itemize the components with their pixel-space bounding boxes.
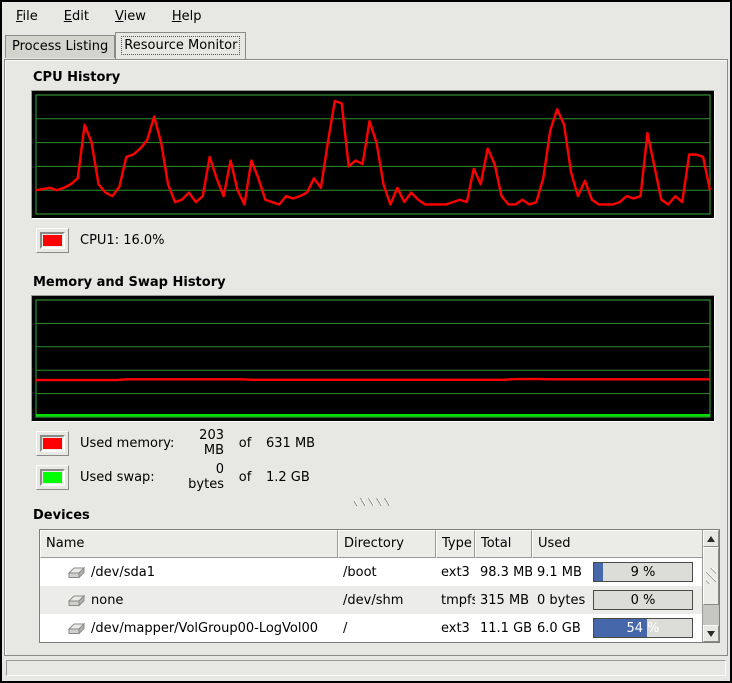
- swap-legend-row: Used swap: 0 bytes of 1.2 GB: [36, 464, 715, 490]
- device-name: /dev/mapper/VolGroup00-LogVol00: [91, 621, 318, 636]
- tab-resource-monitor-label: Resource Monitor: [122, 37, 239, 54]
- swap-color-swatch-button[interactable]: [36, 465, 69, 490]
- device-directory: /: [338, 614, 436, 642]
- device-name: none: [91, 593, 123, 608]
- devices-title: Devices: [33, 508, 715, 523]
- device-used-value: 0 bytes: [537, 593, 585, 608]
- swap-total-value: 1.2 GB: [266, 470, 310, 485]
- tab-process-listing[interactable]: Process Listing: [5, 35, 115, 58]
- device-used-cell: 9.1 MB 9 %: [532, 558, 702, 586]
- scrollbar-down-button[interactable]: [703, 625, 719, 642]
- device-type: ext3: [436, 558, 475, 586]
- menu-help[interactable]: Help: [159, 5, 215, 28]
- resource-monitor-page: CPU History CPU1: 16.0% Memory and Swap …: [4, 59, 728, 656]
- cpu-legend-row: CPU1: 16.0%: [36, 227, 715, 253]
- column-header-directory[interactable]: Directory: [338, 530, 436, 558]
- device-usage-progressbar: 0 %: [593, 590, 693, 610]
- tab-resource-monitor[interactable]: Resource Monitor: [115, 32, 246, 59]
- scrollbar-up-button[interactable]: [703, 530, 719, 547]
- menu-view[interactable]: View: [102, 5, 159, 28]
- memory-history-graph: [36, 300, 710, 417]
- system-monitor-window: { "menu": { "items": [ {"name": "file", …: [0, 0, 732, 683]
- memory-history-chart: [31, 295, 715, 422]
- pane-resize-grip[interactable]: [354, 498, 392, 506]
- device-type: ext3: [436, 614, 475, 642]
- status-frame: [6, 660, 726, 676]
- device-total: 11.1 GB: [475, 614, 532, 642]
- tab-process-listing-label: Process Listing: [12, 39, 108, 54]
- device-name-cell: none: [40, 586, 338, 614]
- device-directory: /dev/shm: [338, 586, 436, 614]
- scrollbar-grip-icon: [706, 568, 716, 584]
- device-total: 315 MB: [475, 586, 532, 614]
- progressbar-percent-label: 54 %: [594, 619, 692, 637]
- memory-legend-row: Used memory: 203 MB of 631 MB: [36, 430, 715, 456]
- device-used-cell: 0 bytes 0 %: [532, 586, 702, 614]
- devices-rows: /dev/sda1/bootext398.3 MB9.1 MB9 % none/…: [40, 558, 702, 642]
- disk-icon: [68, 622, 85, 635]
- cpu-history-title: CPU History: [33, 70, 715, 85]
- cpu-legend-label: CPU1: 16.0%: [80, 233, 165, 248]
- column-header-used[interactable]: Used: [532, 530, 702, 558]
- devices-scrollbar[interactable]: [702, 530, 719, 642]
- device-row[interactable]: /dev/sda1/bootext398.3 MB 9.1 MB 9 %: [40, 558, 702, 586]
- disk-icon: [68, 566, 85, 579]
- device-used-value: 6.0 GB: [537, 621, 581, 636]
- up-arrow-icon: [707, 536, 715, 542]
- device-name-cell: /dev/mapper/VolGroup00-LogVol00: [40, 614, 338, 642]
- device-type: tmpfs: [436, 586, 475, 614]
- cpu-color-swatch: [43, 235, 62, 246]
- scrollbar-thumb[interactable]: [703, 547, 719, 605]
- swap-legend-label: Used swap:: [80, 470, 176, 485]
- swap-color-swatch: [43, 472, 62, 483]
- device-usage-progressbar: 9 %: [593, 562, 693, 582]
- device-name: /dev/sda1: [91, 565, 155, 580]
- memory-used-value: 203 MB: [176, 428, 224, 458]
- devices-table: Name Directory Type Total Used /dev/sda1…: [39, 529, 720, 643]
- device-usage-progressbar: 54 %: [593, 618, 693, 638]
- device-total: 98.3 MB: [475, 558, 532, 586]
- memory-legend-label: Used memory:: [80, 436, 176, 451]
- progressbar-percent-label: 9 %: [594, 563, 692, 581]
- column-header-name[interactable]: Name: [40, 530, 338, 558]
- memory-history-title: Memory and Swap History: [33, 275, 715, 290]
- progressbar-percent-label: 0 %: [594, 591, 692, 609]
- memory-total-value: 631 MB: [266, 436, 315, 451]
- device-name-cell: /dev/sda1: [40, 558, 338, 586]
- cpu-history-graph: [36, 95, 710, 214]
- disk-icon: [68, 594, 85, 607]
- devices-table-header: Name Directory Type Total Used: [40, 530, 702, 558]
- menu-bar: FileEditViewHelp: [2, 2, 730, 30]
- column-header-total[interactable]: Total: [475, 530, 532, 558]
- memory-color-swatch: [43, 438, 62, 449]
- device-used-value: 9.1 MB: [537, 565, 582, 580]
- device-directory: /boot: [338, 558, 436, 586]
- swap-used-value: 0 bytes: [176, 462, 224, 492]
- device-row[interactable]: /dev/mapper/VolGroup00-LogVol00 /ext311.1…: [40, 614, 702, 642]
- scrollbar-trough[interactable]: [703, 605, 719, 625]
- menu-file[interactable]: File: [3, 5, 51, 28]
- device-used-cell: 6.0 GB 54 %: [532, 614, 702, 642]
- memory-of-label: of: [224, 436, 266, 451]
- down-arrow-icon: [707, 631, 715, 637]
- tab-bar: Process Listing Resource Monitor: [2, 30, 730, 58]
- memory-color-swatch-button[interactable]: [36, 431, 69, 456]
- cpu-history-chart: [31, 90, 715, 219]
- cpu-color-swatch-button[interactable]: [36, 228, 69, 253]
- menu-edit[interactable]: Edit: [51, 5, 102, 28]
- column-header-type[interactable]: Type: [436, 530, 475, 558]
- status-bar: [4, 658, 728, 679]
- swap-of-label: of: [224, 470, 266, 485]
- device-row[interactable]: none/dev/shmtmpfs315 MB 0 bytes 0 %: [40, 586, 702, 614]
